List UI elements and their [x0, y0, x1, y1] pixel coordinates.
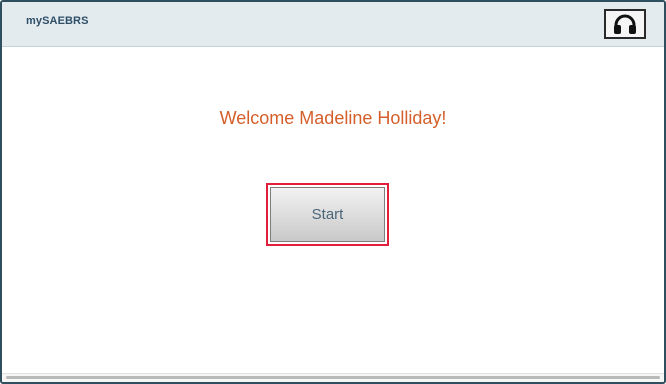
app-title: mySAEBRS	[26, 15, 89, 27]
header-bar: mySAEBRS	[2, 2, 664, 47]
app-window: mySAEBRS Welcome Madeline Holliday! Star…	[0, 0, 666, 384]
welcome-message: Welcome Madeline Holliday!	[219, 108, 447, 128]
audio-button[interactable]	[604, 9, 646, 39]
start-button-focus-outline: Start	[266, 183, 389, 246]
start-button[interactable]: Start	[270, 187, 385, 242]
scrollbar-track[interactable]	[6, 376, 660, 379]
horizontal-scrollbar[interactable]	[2, 373, 664, 382]
headphones-icon	[612, 13, 638, 35]
